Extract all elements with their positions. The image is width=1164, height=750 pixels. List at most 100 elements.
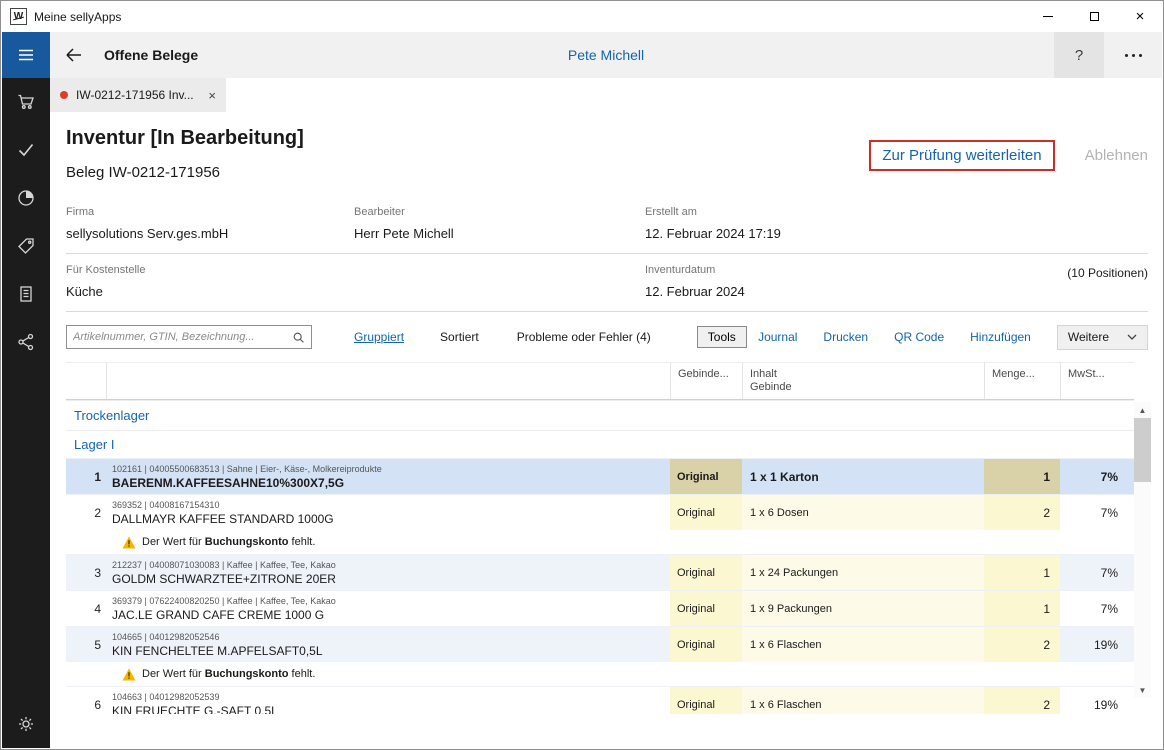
cell-menge[interactable]: 2 — [984, 495, 1060, 530]
row-article: 212237 | 04008071030083 | Kaffee | Kaffe… — [106, 555, 670, 590]
field-value: Herr Pete Michell — [354, 226, 645, 241]
forward-for-review-button[interactable]: Zur Prüfung weiterleiten — [869, 140, 1054, 171]
weitere-label: Weitere — [1068, 330, 1109, 344]
scroll-thumb[interactable] — [1134, 418, 1151, 482]
sorted-link[interactable]: Sortiert — [440, 330, 479, 344]
cell-inhalt-gebinde[interactable]: 1 x 6 Dosen — [742, 495, 984, 530]
document-fields: Firma sellysolutions Serv.ges.mbH Bearbe… — [66, 196, 1148, 312]
table-row[interactable]: 1 102161 | 04005500683513 | Sahne | Eier… — [66, 458, 1134, 494]
cell-mwst[interactable]: 19% — [1060, 627, 1134, 662]
menu-icon[interactable] — [2, 32, 50, 78]
article-name: GOLDM SCHWARZTEE+ZITRONE 20ER — [112, 572, 336, 586]
table-row[interactable]: 2 369352 | 04008167154310 DALLMAYR KAFFE… — [66, 494, 1134, 530]
warning-row: Der Wert für Buchungskonto fehlt. — [66, 530, 1134, 554]
cell-mwst[interactable]: 19% — [1060, 687, 1134, 714]
cell-menge[interactable]: 1 — [984, 555, 1060, 590]
article-meta: 212237 | 04008071030083 | Kaffee | Kaffe… — [112, 560, 336, 571]
row-number: 3 — [66, 555, 106, 590]
header-article — [106, 363, 670, 399]
article-name: JAC.LE GRAND CAFE CREME 1000 G — [112, 608, 324, 622]
table-row[interactable]: 3 212237 | 04008071030083 | Kaffee | Kaf… — [66, 554, 1134, 590]
cart-icon[interactable] — [2, 78, 50, 126]
header-empty — [66, 363, 106, 399]
sidebar-spacer — [2, 366, 50, 700]
article-name: KIN FENCHELTEE M.APFELSAFT0,5L — [112, 644, 323, 658]
header-gebinde[interactable]: Gebinde... — [670, 363, 742, 399]
grouped-link[interactable]: Gruppiert — [354, 330, 404, 344]
journal-link[interactable]: Journal — [758, 330, 797, 344]
search-icon[interactable] — [285, 326, 311, 348]
add-link[interactable]: Hinzufügen — [970, 330, 1031, 344]
article-name: KIN FRUECHTE G.-SAFT 0,5L — [112, 704, 278, 715]
scroll-up-icon[interactable]: ▲ — [1134, 402, 1151, 418]
row-article: 104663 | 04012982052539 KIN FRUECHTE G.-… — [106, 687, 670, 714]
cell-gebinde[interactable]: Original — [670, 555, 742, 590]
header-menge[interactable]: Menge... — [984, 363, 1060, 399]
main-content: Inventur [In Bearbeitung] Beleg IW-0212-… — [50, 112, 1162, 748]
tab-document[interactable]: IW-0212-171956 Inv... × — [50, 78, 226, 112]
close-icon[interactable]: × — [1117, 1, 1163, 32]
window-controls: × — [1025, 1, 1163, 32]
page-title: Offene Belege — [104, 47, 198, 63]
tools-button[interactable]: Tools — [697, 326, 747, 348]
vertical-scrollbar[interactable]: ▲ ▼ — [1134, 402, 1151, 698]
problems-link[interactable]: Probleme oder Fehler (4) — [517, 330, 651, 344]
row-article: 104665 | 04012982052546 KIN FENCHELTEE M… — [106, 627, 670, 662]
cell-inhalt-gebinde[interactable]: 1 x 6 Flaschen — [742, 687, 984, 714]
cell-mwst[interactable]: 7% — [1060, 495, 1134, 530]
back-icon[interactable] — [50, 32, 98, 78]
qr-code-link[interactable]: QR Code — [894, 330, 944, 344]
list-icon[interactable] — [2, 270, 50, 318]
more-icon[interactable] — [1104, 32, 1162, 78]
cell-inhalt-gebinde[interactable]: 1 x 1 Karton — [742, 459, 984, 494]
weitere-dropdown[interactable]: Weitere — [1057, 325, 1148, 350]
field-erstellt-am: Erstellt am 12. Februar 2024 17:19 — [645, 206, 1148, 241]
pie-chart-icon[interactable] — [2, 174, 50, 222]
cell-inhalt-gebinde[interactable]: 1 x 9 Packungen — [742, 591, 984, 626]
tab-label: IW-0212-171956 Inv... — [76, 88, 194, 102]
table-row[interactable]: 4 369379 | 07622400820250 | Kaffee | Kaf… — [66, 590, 1134, 626]
cell-gebinde[interactable]: Original — [670, 627, 742, 662]
tab-close-icon[interactable]: × — [208, 89, 216, 102]
cell-mwst[interactable]: 7% — [1060, 591, 1134, 626]
field-label: Inventurdatum — [645, 264, 1067, 277]
gear-icon[interactable] — [2, 700, 50, 748]
minimize-icon[interactable] — [1025, 1, 1071, 32]
cell-mwst[interactable]: 7% — [1060, 555, 1134, 590]
cell-gebinde[interactable]: Original — [670, 495, 742, 530]
cell-mwst[interactable]: 7% — [1060, 459, 1134, 494]
sidebar — [2, 32, 50, 748]
document-actions: Zur Prüfung weiterleiten Ablehnen — [869, 140, 1148, 171]
share-icon[interactable] — [2, 318, 50, 366]
header-inhalt-gebinde[interactable]: Inhalt Gebinde — [742, 363, 984, 399]
check-icon[interactable] — [2, 126, 50, 174]
group-row[interactable]: Trockenlager — [66, 400, 1134, 430]
user-name[interactable]: Pete Michell — [568, 47, 644, 63]
cell-menge[interactable]: 1 — [984, 591, 1060, 626]
group-row[interactable]: Lager I — [66, 430, 1134, 458]
tab-bar: IW-0212-171956 Inv... × — [50, 78, 1162, 112]
positions-table: Gebinde... Inhalt Gebinde Menge... MwSt.… — [66, 362, 1151, 714]
cell-gebinde[interactable]: Original — [670, 687, 742, 714]
table-row[interactable]: 6 104663 | 04012982052539 KIN FRUECHTE G… — [66, 686, 1134, 714]
chevron-down-icon — [1127, 334, 1137, 340]
field-label: Erstellt am — [645, 206, 1148, 219]
reject-button[interactable]: Ablehnen — [1085, 147, 1148, 164]
table-row[interactable]: 5 104665 | 04012982052546 KIN FENCHELTEE… — [66, 626, 1134, 662]
cell-inhalt-gebinde[interactable]: 1 x 24 Packungen — [742, 555, 984, 590]
print-link[interactable]: Drucken — [823, 330, 868, 344]
scroll-down-icon[interactable]: ▼ — [1134, 682, 1151, 698]
search-input[interactable] — [67, 326, 285, 348]
cell-menge[interactable]: 2 — [984, 627, 1060, 662]
tag-icon[interactable] — [2, 222, 50, 270]
warning-icon — [122, 668, 136, 681]
header-mwst[interactable]: MwSt... — [1060, 363, 1134, 399]
article-meta: 369379 | 07622400820250 | Kaffee | Kaffe… — [112, 596, 336, 607]
cell-gebinde[interactable]: Original — [670, 591, 742, 626]
help-button[interactable]: ? — [1054, 32, 1104, 78]
cell-inhalt-gebinde[interactable]: 1 x 6 Flaschen — [742, 627, 984, 662]
cell-menge[interactable]: 2 — [984, 687, 1060, 714]
maximize-icon[interactable] — [1071, 1, 1117, 32]
cell-menge[interactable]: 1 — [984, 459, 1060, 494]
cell-gebinde[interactable]: Original — [670, 459, 742, 494]
